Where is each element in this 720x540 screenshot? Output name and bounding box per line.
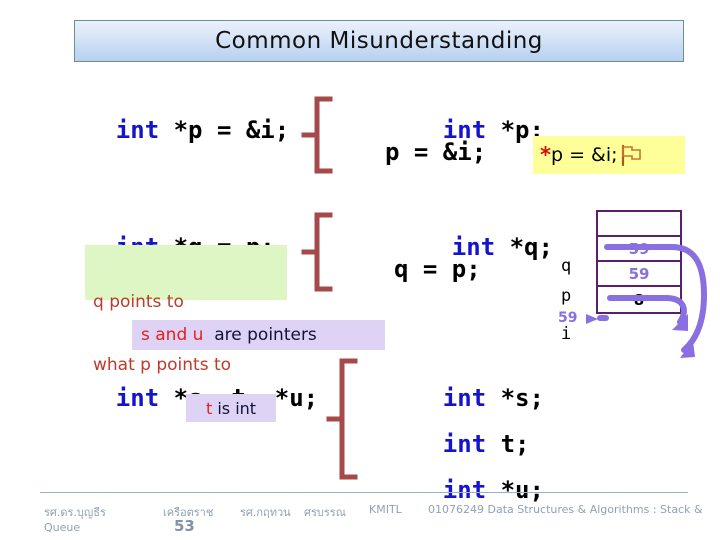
callout-pointers-emph: s and u (141, 325, 204, 345)
memory-label-p: p (561, 286, 572, 306)
slide-title-bar: Common Misunderstanding (74, 20, 684, 62)
footer-org: KMITL (369, 503, 402, 516)
page-title: Common Misunderstanding (215, 28, 543, 54)
flag-icon (620, 144, 642, 166)
callout-green-line-1: q points to (93, 291, 184, 312)
left-code-line-1-rest: *p = &i; (159, 116, 290, 144)
slide-footer: รศ.ดร.บุญธีร เครือตราช รศ.กฤทวน ศรบรรณ K… (40, 500, 703, 540)
callout-green-q-points: q points to what p points to (85, 245, 287, 375)
footer-author-1: รศ.ดร.บุญธีร (44, 506, 106, 519)
slide-canvas: Common Misunderstanding int *p = &i; int… (0, 0, 720, 540)
left-code-line-1: int *p = &i; (58, 88, 289, 172)
right-code-line-3-rest: *q; (495, 233, 553, 261)
callout-pointers-rest: are pointers (203, 325, 317, 345)
callout-t-rest: is int (212, 398, 257, 418)
footer-author-3: รศ.กฤทวน (240, 506, 291, 519)
footer-course: 01076249 Data Structures & Algorithms : … (428, 503, 703, 516)
asterisk-symbol: * (540, 143, 551, 167)
pointer-arrows (597, 200, 720, 380)
pointer-tick-icon (586, 314, 598, 324)
footer-page-number: 53 (174, 517, 195, 535)
brace-group-2 (300, 212, 336, 292)
callout-yellow-text: p = &i; (550, 144, 618, 166)
memory-label-i: i (561, 324, 572, 344)
callout-lavender-t-is-int: t is int (186, 394, 276, 422)
right-code-line-4: q = p; (394, 255, 481, 283)
right-code-line-2: p = &i; (385, 138, 487, 166)
brace-group-1 (300, 96, 336, 174)
keyword-int: int (115, 116, 160, 144)
footer-course-cont: Queue (44, 521, 81, 534)
callout-lavender-pointers: s and u are pointers (132, 320, 385, 350)
callout-yellow-deref: * p = &i; (533, 136, 685, 174)
brace-group-3 (325, 358, 361, 480)
footer-divider (40, 492, 688, 493)
memory-label-q: q (561, 256, 572, 276)
callout-green-line-2: what p points to (93, 355, 232, 376)
footer-author-4: ศรบรรณ (304, 506, 346, 519)
